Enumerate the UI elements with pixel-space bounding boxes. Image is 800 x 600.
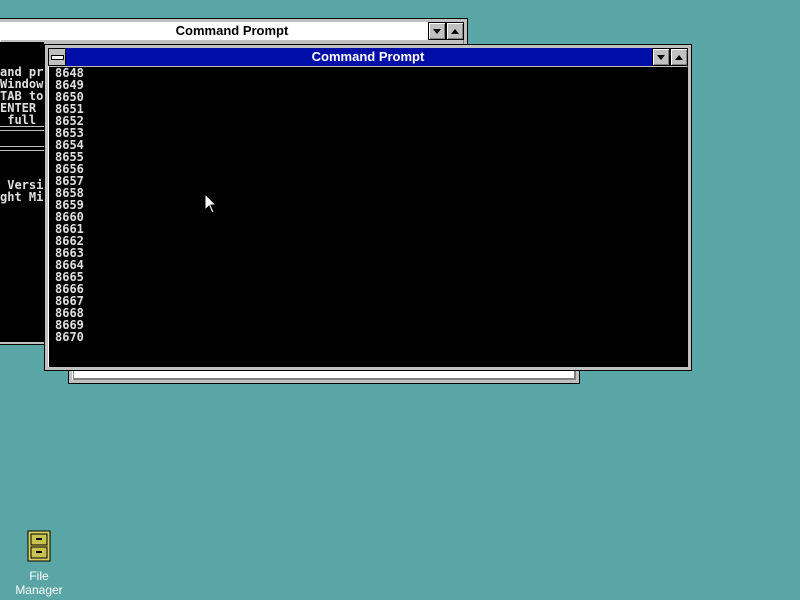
console-line: 8658 — [55, 186, 84, 200]
console-line: 8656 — [55, 162, 84, 176]
console-line: ght Mi — [0, 190, 44, 204]
window-title: Command Prompt — [311, 49, 425, 64]
console-text-block: and pr Window TAB to ENTER full — [0, 66, 43, 126]
console-output: 8648 8649 8650 8651 8652 8653 8654 8655 8656 8657… — [55, 67, 688, 343]
console-line: 8666 — [55, 282, 84, 296]
console-line: 8653 — [55, 126, 84, 140]
command-prompt-window-active[interactable]: Command Prompt 8648 8649 8650 8651 8652 8653 8… — [44, 44, 692, 371]
minimize-arrow-icon — [433, 28, 441, 34]
maximize-arrow-icon — [675, 54, 683, 60]
console-line: 8664 — [55, 258, 84, 272]
system-menu-icon — [50, 54, 64, 60]
console-line: 8654 — [55, 138, 84, 152]
console-line: 8651 — [55, 102, 84, 116]
window-title: Command Prompt — [175, 23, 289, 38]
console-line: 8652 — [55, 114, 84, 128]
console-line: 8665 — [55, 270, 84, 284]
console-area[interactable]: and pr Window TAB to ENTER full Versi gh… — [0, 42, 44, 342]
title-bar[interactable]: Command Prompt — [0, 22, 464, 40]
console-line: 8659 — [55, 198, 84, 212]
console-line: 8662 — [55, 234, 84, 248]
minimize-arrow-icon — [657, 54, 665, 60]
file-cabinet-icon — [27, 530, 51, 562]
console-line: 8669 — [55, 318, 84, 332]
console-line: 8655 — [55, 150, 84, 164]
console-separator — [0, 146, 44, 151]
mouse-pointer-icon — [204, 193, 218, 214]
console-text-block: Versi ght Mi — [0, 179, 43, 203]
maximize-button[interactable] — [670, 48, 688, 66]
console-line: 8670 — [55, 330, 84, 344]
maximize-button[interactable] — [446, 22, 464, 40]
maximize-arrow-icon — [451, 28, 459, 34]
minimize-button[interactable] — [652, 48, 670, 66]
console-line: 8649 — [55, 78, 84, 92]
minimize-button[interactable] — [428, 22, 446, 40]
console-line: 8663 — [55, 246, 84, 260]
console-line: 8650 — [55, 90, 84, 104]
console-line: 8660 — [55, 210, 84, 224]
console-line: 8668 — [55, 306, 84, 320]
console-separator — [0, 126, 44, 131]
console-line: 8648 — [55, 67, 84, 80]
system-menu-button[interactable] — [48, 48, 66, 66]
title-bar[interactable]: Command Prompt — [48, 48, 688, 66]
console-line: full — [0, 113, 37, 127]
desktop-icon-label: File Manager — [15, 569, 63, 597]
console-line: 8667 — [55, 294, 84, 308]
console-line: 8661 — [55, 222, 84, 236]
console-area[interactable]: 8648 8649 8650 8651 8652 8653 8654 8655 8656 8657… — [49, 67, 688, 367]
file-manager-desktop-icon[interactable]: File Manager — [4, 530, 74, 597]
console-line: 8657 — [55, 174, 84, 188]
